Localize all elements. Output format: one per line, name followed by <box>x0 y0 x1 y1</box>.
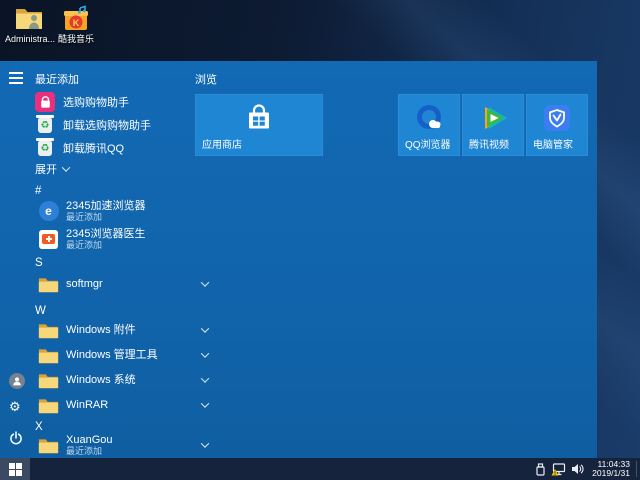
tile-label: 电脑管家 <box>533 136 573 151</box>
app-folder-winrar[interactable]: WinRAR <box>38 394 190 416</box>
recent-header: 最近添加 <box>35 71 79 87</box>
avatar <box>9 373 25 389</box>
system-tray: 11:04:33 2019/1/31 <box>532 458 637 480</box>
app-folder-softmgr[interactable]: softmgr <box>38 273 190 295</box>
medkit-icon <box>38 229 59 250</box>
show-desktop-button[interactable] <box>636 461 637 477</box>
person-icon <box>12 376 22 386</box>
section-letter-s[interactable]: S <box>35 257 43 269</box>
app-list: 最近添加 选购购物助手 ♻ 卸载选购购物助手 ♻ <box>35 61 195 458</box>
recent-item-label: 卸载选购购物助手 <box>63 117 151 133</box>
tile-label: 应用商店 <box>202 136 242 151</box>
clock-date: 2019/1/31 <box>592 469 630 479</box>
recent-item-label: 卸载腾讯QQ <box>63 140 124 156</box>
uninstall-trash-icon: ♻ <box>35 115 55 135</box>
app-folder-xuangou[interactable]: XuanGou 最近添加 <box>38 434 190 456</box>
taskbar-clock[interactable]: 11:04:33 2019/1/31 <box>592 460 630 479</box>
svg-text:K: K <box>73 18 80 28</box>
ms-store-bag-icon <box>195 94 323 142</box>
windows-logo-icon <box>9 463 22 476</box>
recent-item-uninstall-xuangou[interactable]: ♻ 卸载选购购物助手 <box>35 114 195 136</box>
folder-icon <box>38 345 59 366</box>
tile-label: 腾讯视频 <box>469 136 509 151</box>
network-warning-icon[interactable] <box>551 463 566 476</box>
usb-device-icon[interactable] <box>535 463 546 476</box>
section-letter-x[interactable]: X <box>35 421 43 433</box>
uninstall-trash-icon: ♻ <box>35 138 55 158</box>
tile-pc-manager[interactable]: 电脑管家 <box>526 94 588 156</box>
recent-item-uninstall-qq[interactable]: ♻ 卸载腾讯QQ <box>35 137 195 159</box>
user-folder-icon <box>14 5 44 31</box>
recent-item-shopping-assistant[interactable]: 选购购物助手 <box>35 91 195 113</box>
tile-area: 浏览 应用商店 <box>195 61 595 458</box>
folder-icon <box>38 435 59 456</box>
desktop-icon-label: 酷我音乐 <box>52 34 100 44</box>
app-item-2345-browser[interactable]: e 2345加速浏览器 最近添加 <box>38 200 190 222</box>
start-button[interactable] <box>0 458 30 480</box>
section-letter-hash[interactable]: # <box>35 185 41 197</box>
kuwo-music-icon: K <box>61 5 91 31</box>
app-folder-windows-admin-tools[interactable]: Windows 管理工具 <box>38 344 190 366</box>
shopping-bag-icon <box>35 92 55 112</box>
desktop-icon-label: Administra... <box>5 34 53 44</box>
folder-icon <box>38 274 59 295</box>
app-folder-windows-system[interactable]: Windows 系统 <box>38 369 190 391</box>
desktop-icon-kuwo-music[interactable]: K 酷我音乐 <box>52 5 100 44</box>
pc-manager-shield-icon <box>526 94 588 142</box>
browser-e-icon: e <box>38 201 59 222</box>
menu-hamburger-button[interactable] <box>9 72 23 87</box>
tencent-video-play-icon <box>462 94 524 142</box>
tile-qq-browser[interactable]: QQ浏览器 <box>398 94 460 156</box>
tile-tencent-video[interactable]: 腾讯视频 <box>462 94 524 156</box>
tile-group-header[interactable]: 浏览 <box>195 71 217 87</box>
speaker-icon[interactable] <box>571 463 585 475</box>
section-letter-w[interactable]: W <box>35 305 46 317</box>
chevron-down-icon <box>62 163 70 171</box>
recent-item-label: 选购购物助手 <box>63 94 129 110</box>
app-item-2345-doctor[interactable]: 2345浏览器医生 最近添加 <box>38 228 190 250</box>
qq-browser-icon <box>398 94 460 142</box>
app-folder-windows-accessories[interactable]: Windows 附件 <box>38 319 190 341</box>
taskbar: 11:04:33 2019/1/31 <box>0 458 640 480</box>
folder-icon <box>38 395 59 416</box>
desktop-icon-administrator[interactable]: Administra... <box>5 5 53 44</box>
settings-gear-icon[interactable]: ⚙ <box>9 401 21 415</box>
tile-app-store[interactable]: 应用商店 <box>195 94 323 156</box>
user-account-button[interactable] <box>9 373 25 389</box>
desktop: Administra... K 酷我音乐 ⚙ <box>0 0 640 480</box>
tile-label: QQ浏览器 <box>405 136 451 151</box>
power-button[interactable] <box>9 431 23 450</box>
folder-icon <box>38 320 59 341</box>
expand-button[interactable]: 展开 <box>35 161 69 177</box>
start-menu: ⚙ 最近添加 选购购物助手 ♻ <box>0 61 597 458</box>
folder-icon <box>38 370 59 391</box>
